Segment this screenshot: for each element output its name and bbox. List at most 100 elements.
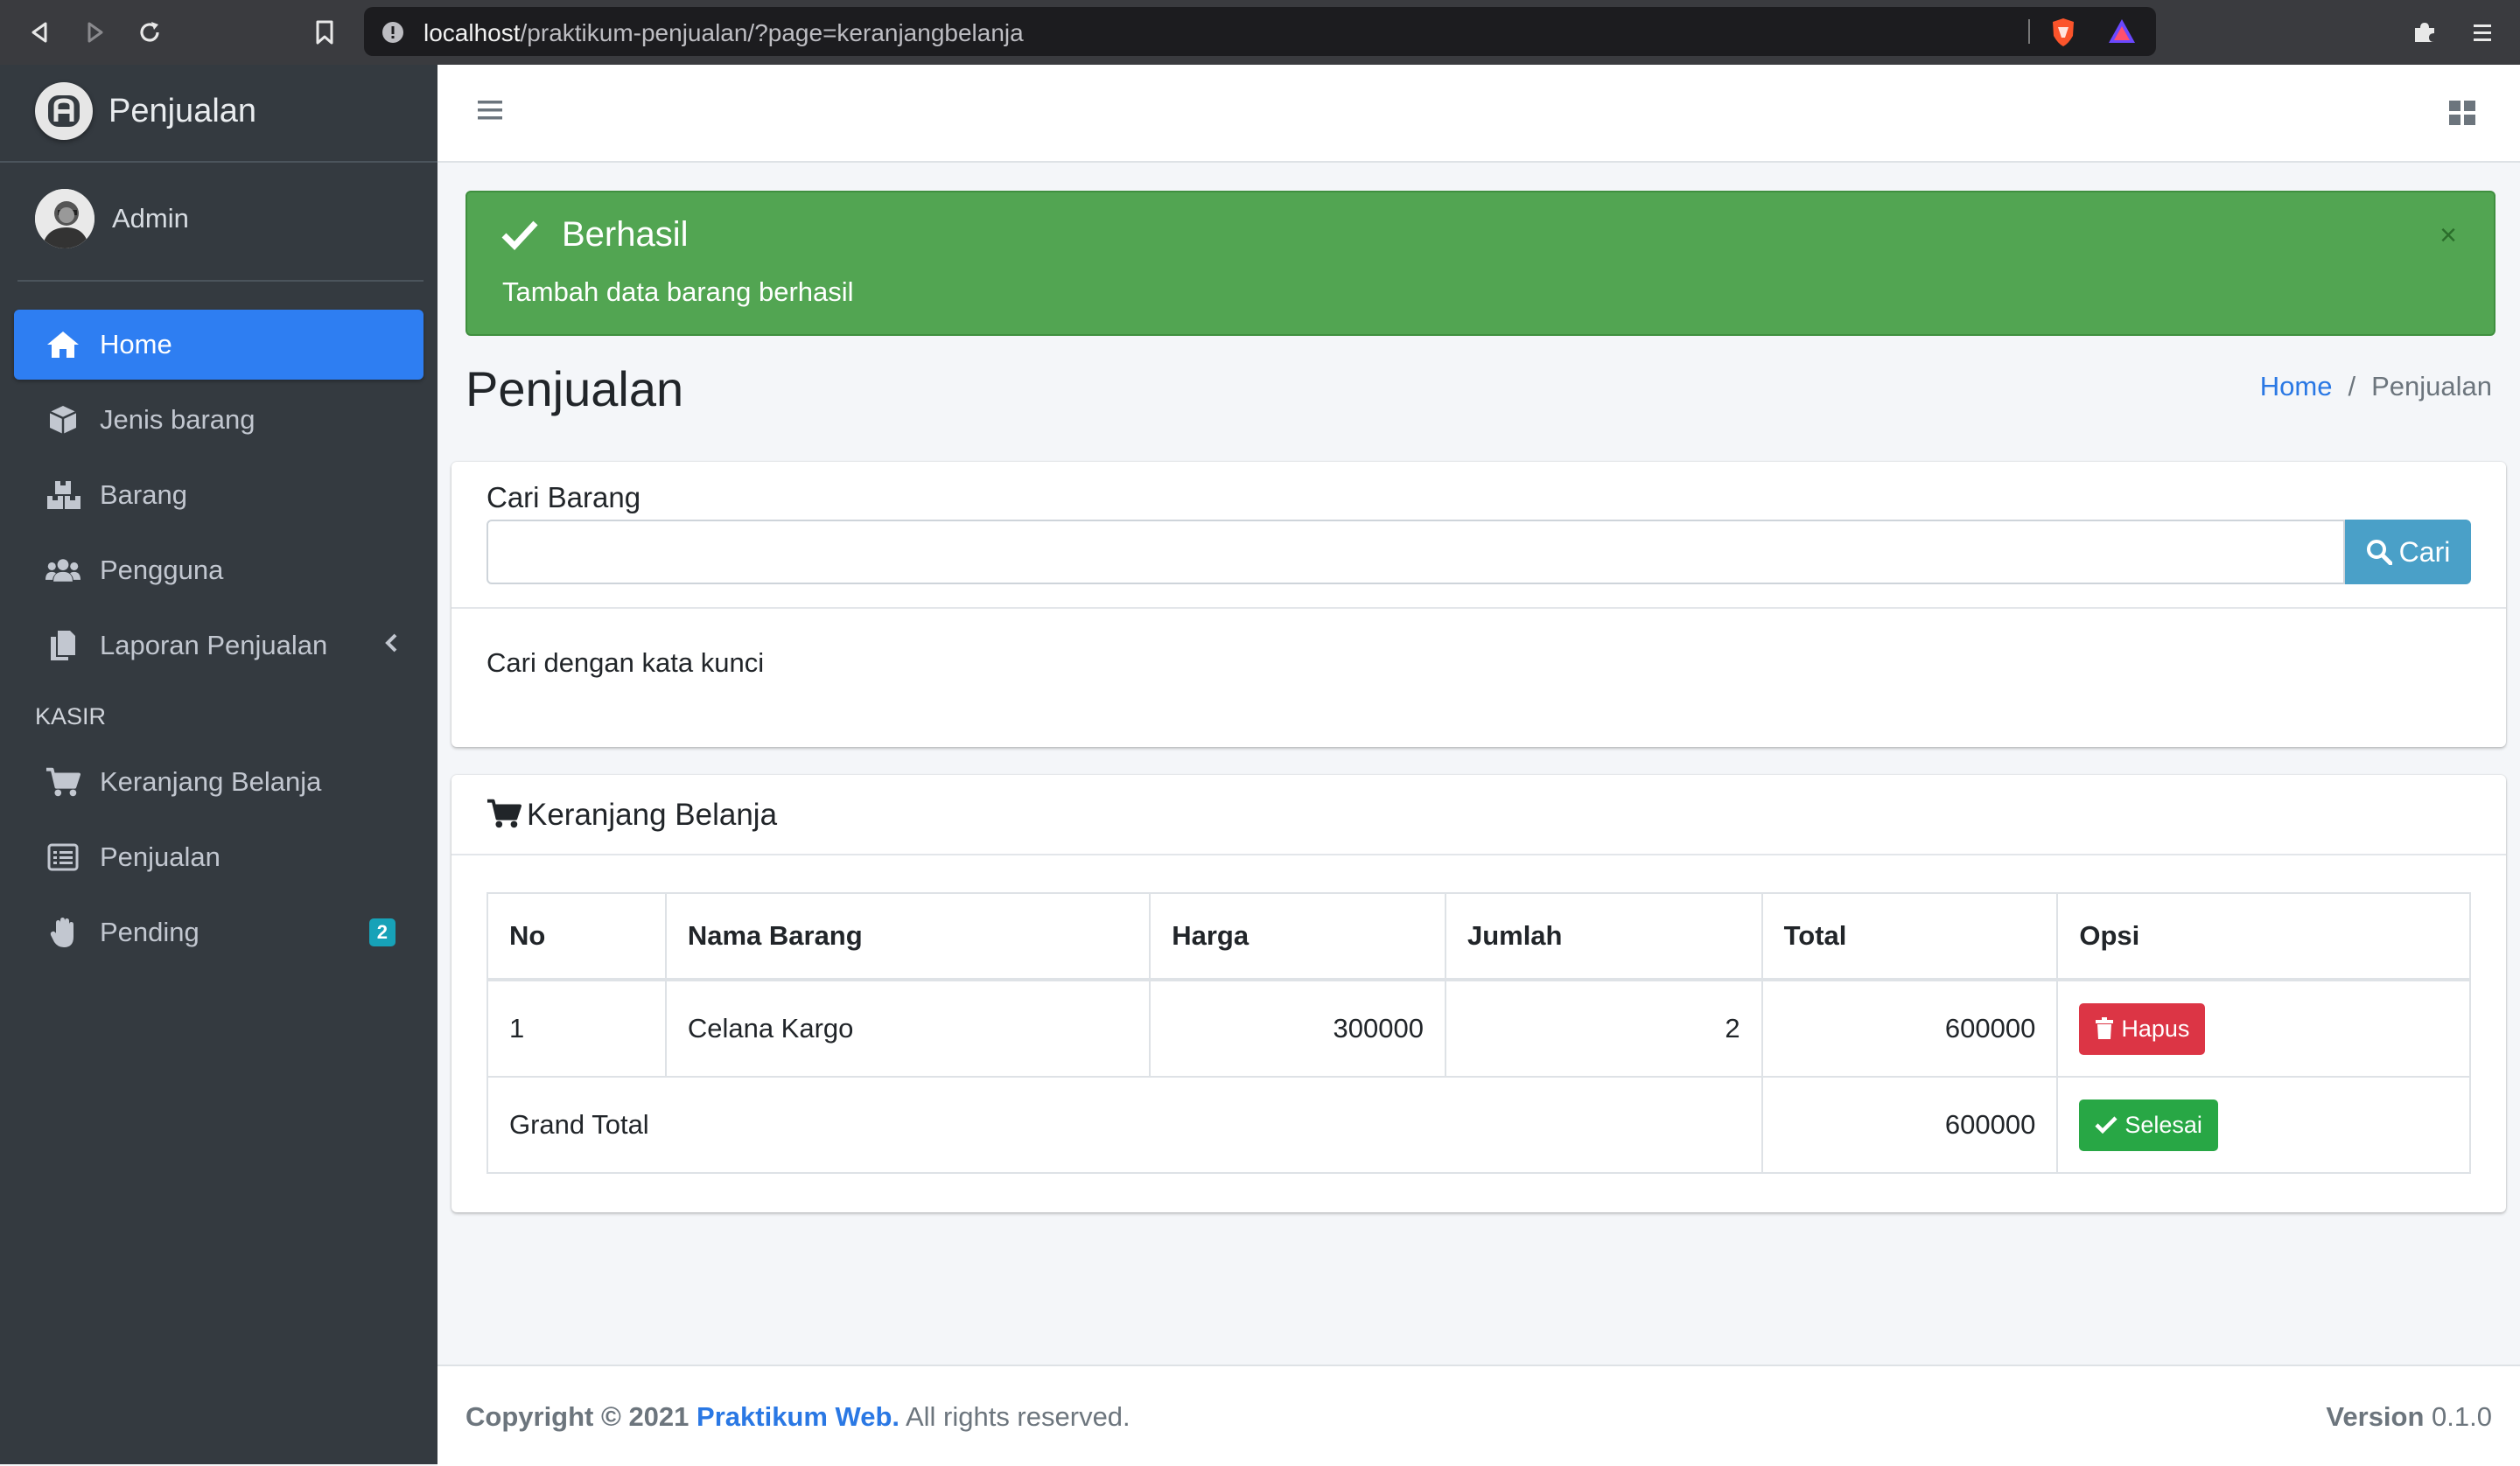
copy-icon (46, 628, 80, 663)
sidebar-item-penjualan[interactable]: Penjualan (14, 822, 424, 892)
trash-icon (2095, 1017, 2114, 1040)
search-input[interactable] (486, 520, 2345, 584)
cart-card: Keranjang Belanja No Nama Barang Harga J… (452, 775, 2506, 1212)
brand-logo-icon (35, 82, 93, 140)
menu-toggle-icon[interactable] (476, 98, 504, 122)
page-title: Penjualan (466, 361, 684, 416)
column-header: Jumlah (1444, 892, 1763, 981)
card-divider (452, 607, 2506, 609)
hand-icon (46, 915, 80, 950)
check-icon (2095, 1115, 2118, 1134)
sidebar-item-home[interactable]: Home (14, 310, 424, 380)
sidebar-item-barang[interactable]: Barang (14, 460, 424, 530)
pending-count-badge: 2 (368, 918, 396, 946)
brand-text: Penjualan (108, 93, 257, 129)
brave-rewards-icon[interactable] (2107, 17, 2137, 45)
alert-title: Berhasil (562, 215, 689, 254)
search-card: Cari Barang Cari Cari dengan kata kunci (452, 462, 2506, 747)
browser-menu-icon[interactable] (2466, 16, 2499, 49)
breadcrumb-separator: / (2348, 371, 2356, 401)
footer-copyright: Copyright © 2021 Praktikum Web. All righ… (466, 1401, 1130, 1433)
finish-button[interactable]: Selesai (2079, 1099, 2218, 1151)
browser-toolbar: localhost/praktikum-penjualan/?page=kera… (0, 0, 2520, 65)
sidebar-item-pengguna[interactable]: Pengguna (14, 535, 424, 605)
search-button-label: Cari (2398, 535, 2451, 568)
grand-total-label: Grand Total (486, 1076, 1763, 1174)
column-header: No (486, 892, 667, 981)
column-header: Total (1760, 892, 2059, 981)
sidebar-item-label: Jenis barang (100, 404, 256, 435)
cart-icon (46, 764, 80, 799)
delete-button-label: Hapus (2121, 1015, 2190, 1042)
version-label: Version (2326, 1401, 2425, 1432)
search-hint: Cari dengan kata kunci (486, 647, 765, 678)
copyright-text: Copyright © 2021 (466, 1401, 690, 1432)
delete-button[interactable]: Hapus (2079, 1002, 2206, 1055)
row-no: 1 (486, 979, 667, 1078)
breadcrumb-home-link[interactable]: Home (2260, 371, 2333, 402)
row-jumlah: 2 (1444, 979, 1763, 1078)
row-total: 600000 (1760, 979, 2059, 1078)
search-button[interactable]: Cari (2345, 520, 2471, 584)
address-bar[interactable]: localhost/praktikum-penjualan/?page=kera… (364, 7, 2156, 56)
grand-total-value: 600000 (1760, 1076, 2059, 1174)
search-icon (2366, 539, 2392, 565)
finish-button-label: Selesai (2124, 1111, 2202, 1138)
grand-total-actions: Selesai (2056, 1076, 2471, 1174)
sidebar-menu: Home Jenis barang Barang Pengguna Lapora… (14, 310, 424, 973)
sidebar-item-label: Barang (100, 479, 187, 510)
control-sidebar-icon[interactable] (2448, 100, 2476, 126)
chevron-left-icon (383, 632, 399, 654)
row-harga: 300000 (1149, 979, 1446, 1078)
brave-shield-icon[interactable] (2049, 17, 2077, 48)
brand-link[interactable]: Penjualan (0, 65, 438, 163)
column-header: Opsi (2056, 892, 2471, 981)
close-icon[interactable]: × (2440, 219, 2457, 253)
cart-icon (486, 798, 522, 829)
sidebar-item-label: Home (100, 329, 172, 360)
sidebar-item-label: Keranjang Belanja (100, 766, 322, 797)
sidebar-item-laporan-penjualan[interactable]: Laporan Penjualan (14, 611, 424, 681)
sidebar-item-keranjang-belanja[interactable]: Keranjang Belanja (14, 747, 424, 817)
version-number: 0.1.0 (2432, 1401, 2492, 1432)
breadcrumb: Home / Penjualan (2260, 371, 2492, 402)
boxes-icon (46, 478, 80, 513)
list-icon (46, 840, 80, 875)
sidebar-item-jenis-barang[interactable]: Jenis barang (14, 385, 424, 455)
rights-text: All rights reserved. (905, 1401, 1130, 1432)
bookmark-icon[interactable] (308, 16, 341, 49)
reload-icon[interactable] (133, 16, 166, 49)
forward-icon[interactable] (79, 16, 112, 49)
avatar (35, 189, 94, 248)
extensions-icon[interactable] (2408, 16, 2441, 49)
table-row: 1 Celana Kargo 300000 2 600000 Hapus (486, 979, 2471, 1078)
footer: Copyright © 2021 Praktikum Web. All righ… (438, 1365, 2520, 1466)
back-icon[interactable] (23, 16, 56, 49)
sidebar: Penjualan Admin Home Jenis barang Barang (0, 65, 438, 1464)
footer-version: Version 0.1.0 (2326, 1401, 2492, 1433)
users-icon (46, 553, 80, 588)
row-nama-barang: Celana Kargo (664, 979, 1152, 1078)
box-icon (46, 402, 80, 437)
row-actions: Hapus (2056, 979, 2471, 1078)
user-panel[interactable]: Admin (18, 163, 424, 282)
grand-total-row: Grand Total 600000 Selesai (486, 1076, 2471, 1174)
user-name[interactable]: Admin (112, 203, 189, 234)
cart-title: Keranjang Belanja (527, 798, 778, 832)
home-icon (46, 327, 80, 362)
alert-message: Tambah data barang berhasil (502, 276, 854, 307)
cart-table: No Nama Barang Harga Jumlah Total Opsi 1… (486, 892, 2471, 1174)
top-navbar (438, 65, 2520, 163)
sidebar-item-label: Pending (100, 917, 200, 947)
sidebar-item-label: Laporan Penjualan (100, 630, 328, 660)
breadcrumb-current: Penjualan (2371, 371, 2492, 401)
cart-card-header: Keranjang Belanja (452, 775, 2506, 855)
sidebar-item-pending[interactable]: Pending 2 (14, 897, 424, 967)
sidebar-item-label: Penjualan (100, 841, 220, 872)
column-header: Harga (1149, 892, 1446, 981)
site-info-icon[interactable] (382, 21, 404, 44)
sidebar-item-label: Pengguna (100, 555, 224, 585)
footer-brand-link[interactable]: Praktikum Web. (696, 1401, 900, 1432)
url-separator (2028, 19, 2030, 44)
url-text[interactable]: localhost/praktikum-penjualan/?page=kera… (424, 19, 1024, 47)
